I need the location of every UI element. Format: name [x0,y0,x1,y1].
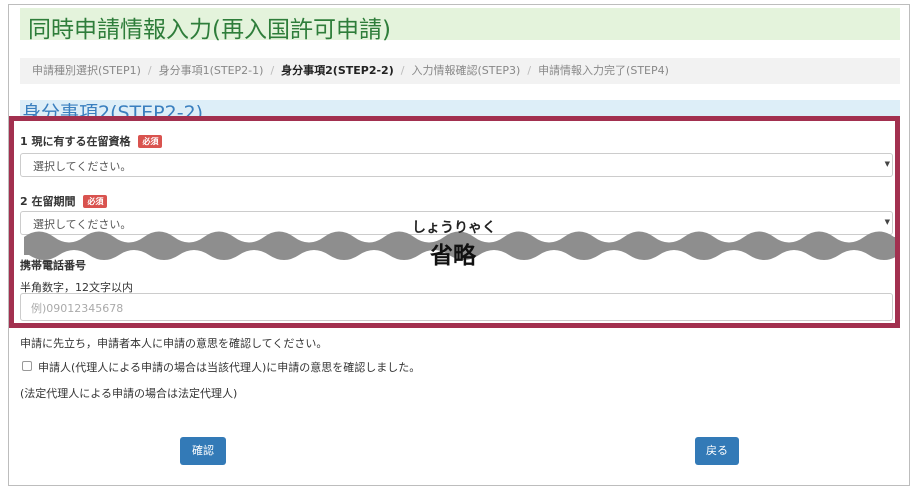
breadcrumb-step2-1[interactable]: 身分事項1(STEP2-1) [159,58,264,84]
breadcrumb-step2-2: 身分事項2(STEP2-2) [281,64,394,77]
confirm-button[interactable]: 確認 [180,437,226,465]
breadcrumb-step3[interactable]: 入力情報確認(STEP3) [411,58,520,84]
breadcrumb-separator: / [527,64,532,77]
page-title: 同時申請情報入力(再入国許可申請) [28,17,391,43]
breadcrumb-step4[interactable]: 申請情報入力完了(STEP4) [538,58,669,84]
consent-note: 申請に先立ち，申請者本人に申請の意思を確認してください。 [20,337,328,350]
consent-checkbox[interactable] [22,361,32,371]
breadcrumb-step1[interactable]: 申請種別選択(STEP1) [32,58,141,84]
section-title: 身分事項2(STEP2-2) [22,102,204,116]
legal-representative-note: (法定代理人による申請の場合は法定代理人) [20,387,238,400]
breadcrumb-separator: / [270,64,275,77]
breadcrumb-separator: / [147,64,152,77]
consent-checkbox-label[interactable]: 申請人(代理人による申請の場合は当該代理人)に申請の意思を確認しました。 [38,359,420,375]
section-header: 身分事項2(STEP2-2) [20,100,900,116]
breadcrumb: 申請種別選択(STEP1) / 身分事項1(STEP2-1) / 身分事項2(STEP2… [20,58,900,84]
title-bar: 同時申請情報入力(再入国許可申請) [20,8,900,43]
breadcrumb-separator: / [400,64,405,77]
highlight-frame [9,116,900,328]
back-button[interactable]: 戻る [695,437,739,465]
